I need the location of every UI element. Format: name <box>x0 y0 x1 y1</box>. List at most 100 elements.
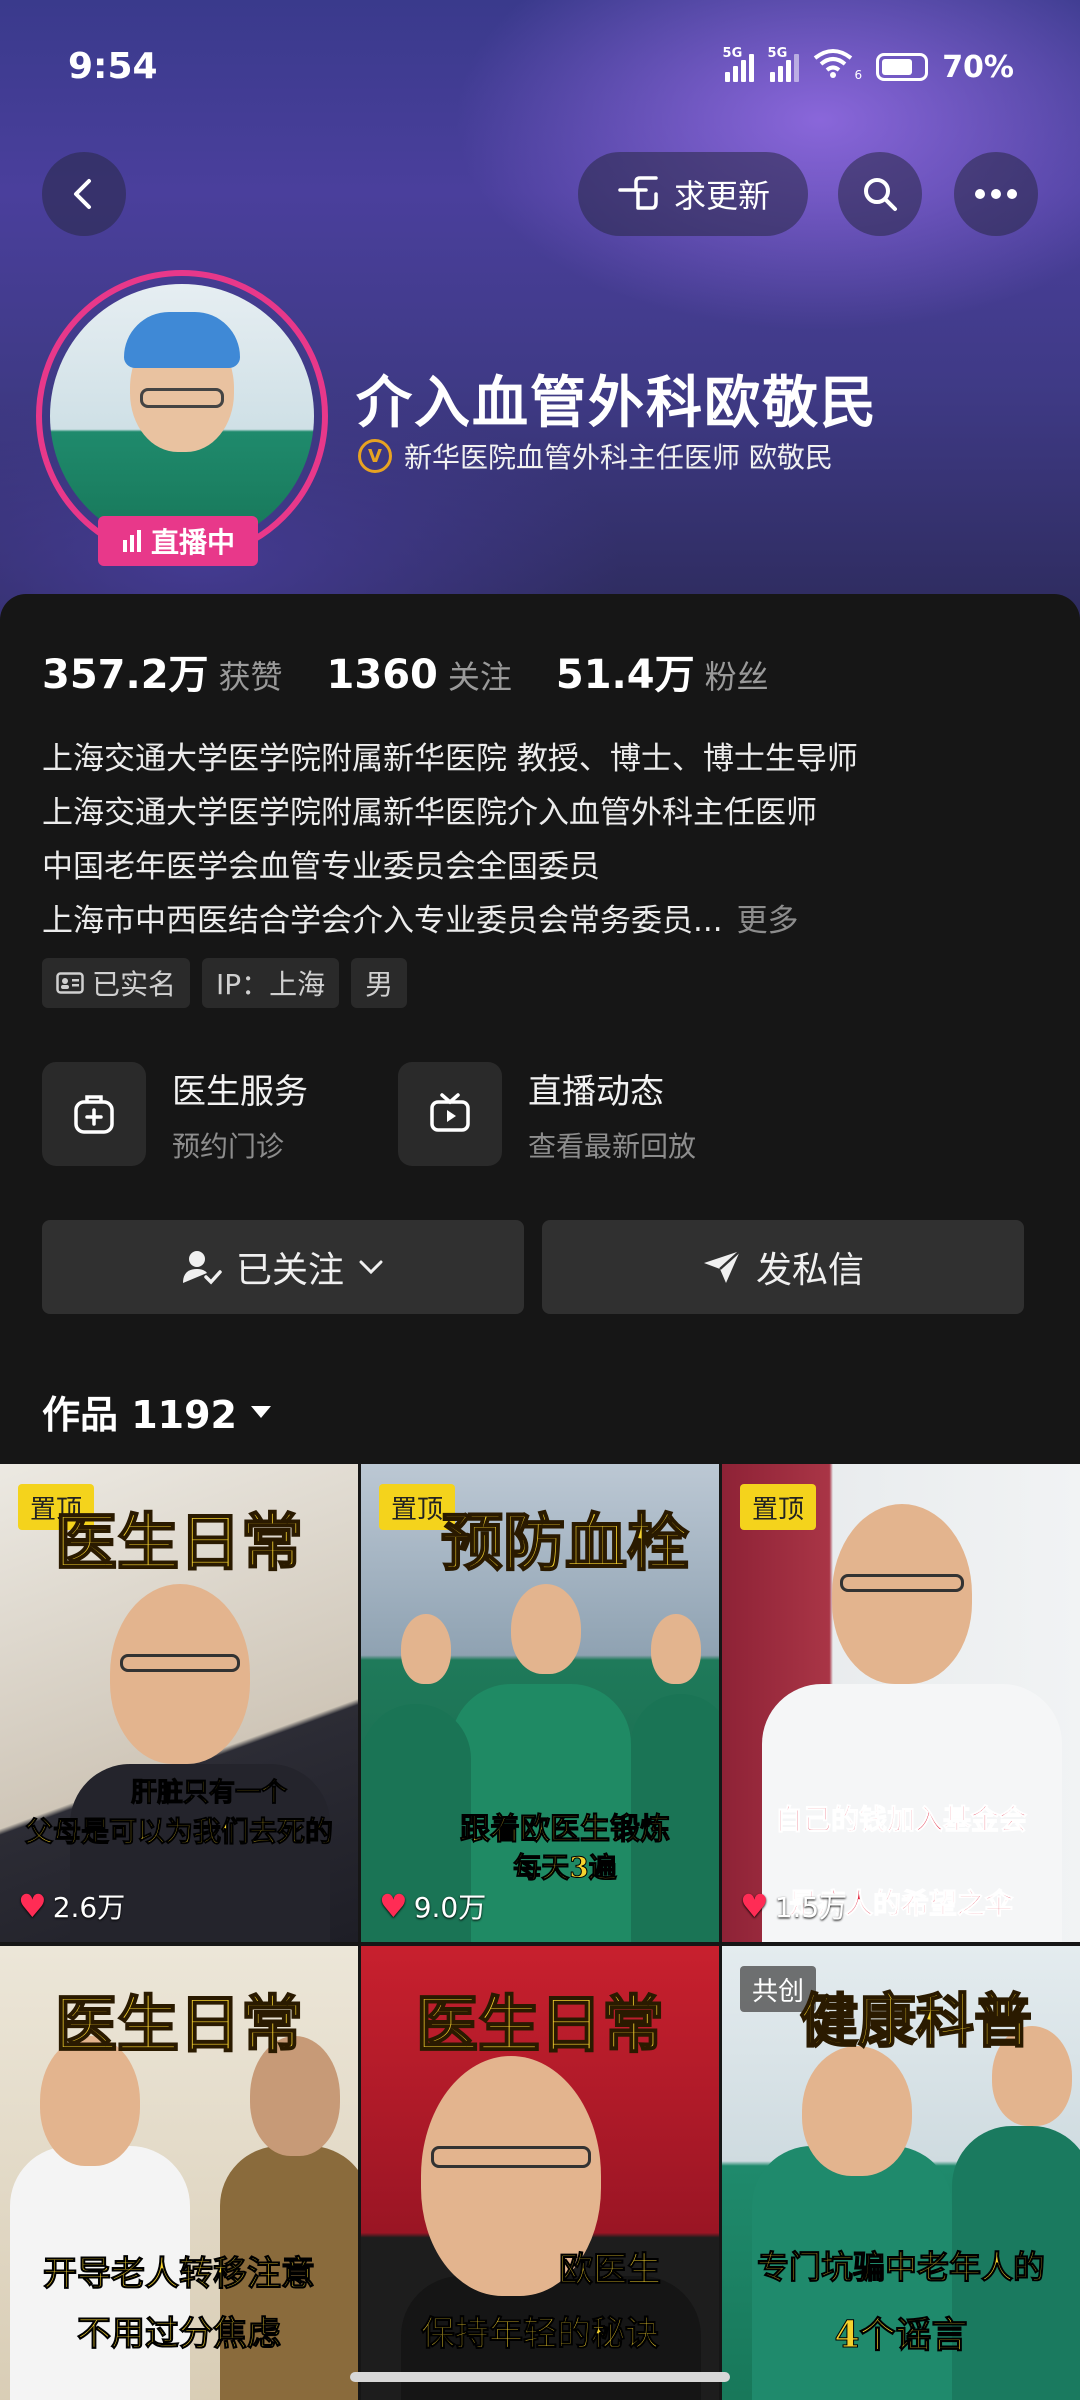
status-icons: 5G 5G 6 70% <box>723 46 1014 86</box>
video-card[interactable]: 置顶 预防血栓 跟着欧医生锻炼 每天3遍 ♥ 9.0万 <box>361 1464 719 1942</box>
following-label[interactable]: 关注 <box>448 652 512 698</box>
signal-tag-2: 5G <box>767 46 788 61</box>
likes-count: 357.2万 <box>42 652 209 698</box>
service-subtitle: 预约门诊 <box>172 1129 285 1163</box>
tag-ip-location: IP：上海 <box>202 958 340 1008</box>
status-bar: 9:54 5G 5G 6 70% <box>0 0 1080 130</box>
service-title: 医生服务 <box>172 1071 308 1112</box>
avatar-image <box>50 284 314 548</box>
send-message-label: 发私信 <box>755 1250 864 1291</box>
search-button[interactable] <box>838 152 922 236</box>
likes-count: 2.6万 <box>52 1891 126 1924</box>
likes-count: 9.0万 <box>413 1891 487 1924</box>
chevron-left-icon <box>74 179 91 209</box>
video-grid: 置顶 医生日常 肝脏只有一个 父母是可以为我们去死的 ♥ 2.6万 置顶 预防血栓… <box>0 1464 1080 2400</box>
following-count[interactable]: 1360 <box>327 652 438 698</box>
likes-label: 获赞 <box>218 658 283 696</box>
works-label: 作品 1192 <box>42 1393 237 1437</box>
send-icon <box>703 1250 741 1283</box>
more-dots-icon <box>975 189 1017 199</box>
status-time: 9:54 <box>68 46 158 87</box>
action-buttons: 已关注 发私信 <box>42 1220 1024 1314</box>
tag-label: 男 <box>365 968 394 1001</box>
home-indicator[interactable] <box>350 2372 730 2382</box>
stats-row: 357.2万 获赞 1360 关注 51.4万 粉丝 <box>42 642 813 700</box>
video-title: 健康科普 <box>799 1986 1033 2056</box>
live-badge[interactable]: 直播中 <box>98 516 258 566</box>
video-title: 预防血栓 <box>440 1505 690 1580</box>
more-options-button[interactable] <box>954 152 1038 236</box>
verification-text: 新华医院血管外科主任医师 欧敬民 <box>404 441 833 474</box>
wifi-icon <box>813 48 853 86</box>
live-updates-entry[interactable]: 直播动态 查看最新回放 <box>398 1062 708 1166</box>
wifi-tag: 6 <box>854 68 863 82</box>
signal-tag: 5G <box>722 46 743 61</box>
followers-label[interactable]: 粉丝 <box>705 652 769 698</box>
signal-icon: 5G <box>723 46 754 82</box>
video-caption: 专门坑骗中老年人的 <box>756 2248 1045 2287</box>
video-caption: 欧医生 <box>559 2250 662 2291</box>
video-likes: ♥ 2.6万 <box>18 1886 125 1926</box>
profile-tags: 已实名 IP：上海 男 <box>42 958 408 1008</box>
services-row: 医生服务 预约门诊 直播动态 查看最新回放 <box>42 1062 708 1166</box>
video-title: 医生日常 <box>54 1987 304 2062</box>
video-caption: 每天3遍 <box>513 1851 617 1885</box>
tag-label: IP：上海 <box>216 968 326 1001</box>
verified-badge-icon: V <box>358 439 392 473</box>
heart-icon: ♥ <box>740 1887 769 1925</box>
video-caption: 自己的钱加入基金会 <box>774 1803 1027 1837</box>
id-card-icon <box>56 972 84 994</box>
back-button[interactable] <box>42 152 126 236</box>
tv-play-icon <box>398 1062 502 1166</box>
video-title: 医生日常 <box>54 1505 304 1580</box>
tag-label: 已实名 <box>92 968 177 1001</box>
battery-icon <box>876 53 929 81</box>
tag-real-name: 已实名 <box>42 958 191 1008</box>
pointing-hand-icon <box>618 176 658 210</box>
service-title: 直播动态 <box>528 1071 664 1112</box>
heart-icon: ♥ <box>18 1887 47 1925</box>
medical-kit-icon <box>42 1062 146 1166</box>
video-likes: ♥ 1.5万 <box>740 1886 847 1926</box>
video-caption: 开导老人转移注意 <box>43 2254 316 2295</box>
followers-count[interactable]: 51.4万 <box>556 642 695 700</box>
doctor-service-entry[interactable]: 医生服务 预约门诊 <box>42 1062 352 1166</box>
video-caption: 4个谣言 <box>834 2314 968 2357</box>
live-bars-icon <box>122 530 141 552</box>
user-check-icon <box>182 1251 222 1285</box>
video-caption: 肝脏只有一个 <box>130 1778 287 1809</box>
request-update-button[interactable]: 求更新 <box>578 152 808 236</box>
likes-count: 1.5万 <box>774 1891 848 1924</box>
video-caption: 父母是可以为我们去死的 <box>24 1815 333 1849</box>
followed-button[interactable]: 已关注 <box>42 1220 524 1314</box>
bio: 上海交通大学医学院附属新华医院 教授、博士、博士生导师 上海交通大学医学院附属新… <box>42 732 858 948</box>
video-card[interactable]: 共创 健康科普 专门坑骗中老年人的 4个谣言 <box>722 1946 1080 2400</box>
chevron-down-icon <box>359 1260 383 1275</box>
bio-line: 上海交通大学医学院附属新华医院 教授、博士、博士生导师 <box>42 741 858 777</box>
video-card[interactable]: 置顶 自己的钱加入基金会 是病人的希望之伞 ♥ 1.5万 <box>722 1464 1080 1942</box>
video-title: 医生日常 <box>415 1987 665 2062</box>
service-subtitle: 查看最新回放 <box>528 1129 697 1163</box>
profile-name: 介入血管外科欧敬民 <box>356 371 878 436</box>
request-update-label: 求更新 <box>673 177 770 215</box>
bio-more-link[interactable]: 更多 <box>737 903 799 939</box>
signal-icon-2: 5G <box>768 46 799 82</box>
live-label: 直播中 <box>150 526 235 559</box>
video-card[interactable]: 医生日常 开导老人转移注意 不用过分焦虑 <box>0 1946 358 2400</box>
works-tab[interactable]: 作品 1192 <box>42 1384 273 1439</box>
video-card[interactable]: 置顶 医生日常 肝脏只有一个 父母是可以为我们去死的 ♥ 2.6万 <box>0 1464 358 1942</box>
followed-label: 已关注 <box>235 1250 344 1291</box>
video-caption: 不用过分焦虑 <box>77 2314 282 2355</box>
video-caption: 保持年轻的秘诀 <box>421 2314 660 2355</box>
battery-percent: 70% <box>942 49 1014 85</box>
bio-line: 上海交通大学医学院附属新华医院介入血管外科主任医师 <box>42 795 817 831</box>
bio-line: 中国老年医学会血管专业委员会全国委员 <box>42 849 600 885</box>
video-likes: ♥ 9.0万 <box>379 1886 486 1926</box>
tag-gender: 男 <box>351 958 408 1008</box>
send-message-button[interactable]: 发私信 <box>542 1220 1024 1314</box>
bio-line: 上海市中西医结合学会介入专业委员会常务委员... <box>42 903 723 939</box>
video-caption: 跟着欧医生锻炼 <box>460 1812 671 1848</box>
verification-row: V 新华医院血管外科主任医师 欧敬民 <box>358 436 833 476</box>
video-card[interactable]: 医生日常 欧医生 保持年轻的秘诀 <box>361 1946 719 2400</box>
search-icon <box>864 178 897 211</box>
